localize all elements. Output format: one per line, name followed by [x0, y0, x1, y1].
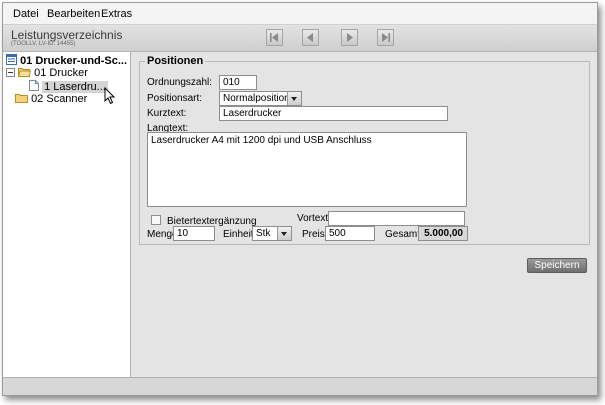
menge-input[interactable]: 10: [173, 226, 215, 241]
kurztext-label: Kurztext:: [147, 108, 187, 119]
app-window: Datei Bearbeiten Extras Leistungsverzeic…: [2, 2, 598, 396]
folder-open-icon: [17, 68, 32, 77]
chevron-down-icon[interactable]: [277, 227, 291, 240]
list-icon: [6, 54, 17, 65]
prev-page-icon: [307, 33, 313, 42]
tree-folder-drucker-label: 01 Drucker: [34, 67, 88, 79]
ordnungszahl-input[interactable]: 010: [219, 75, 257, 90]
folder-icon: [15, 94, 28, 103]
tree-root[interactable]: 01 Drucker-und-Sc...: [6, 54, 127, 67]
menu-datei[interactable]: Datei: [13, 8, 39, 20]
tree-panel: 01 Drucker-und-Sc... 01 Drucker 1 Laserd…: [3, 52, 131, 377]
positionsart-value: Normalposition.: [223, 93, 293, 104]
positionen-fieldset: Positionen Ordnungszahl: 010 Positionsar…: [139, 55, 590, 245]
first-page-button[interactable]: [266, 29, 283, 46]
collapse-icon[interactable]: [6, 68, 15, 77]
page-subtitle: (TOOLLV, LV-ID: 14455): [11, 41, 76, 47]
main-panel: Positionen Ordnungszahl: 010 Positionsar…: [131, 52, 597, 377]
gesamt-value: 5.000,00: [418, 226, 468, 241]
bietertext-checkbox[interactable]: [151, 215, 161, 225]
menu-bearbeiten[interactable]: Bearbeiten: [47, 8, 100, 20]
einheit-select[interactable]: Stk: [252, 226, 292, 241]
next-page-button[interactable]: [341, 29, 358, 46]
einheit-label: Einheit: [223, 229, 254, 240]
menu-extras[interactable]: Extras: [101, 8, 132, 20]
vortext-label: Vortext:: [297, 213, 331, 224]
mouse-cursor-icon: [104, 87, 116, 105]
tree-root-label: 01 Drucker-und-Sc...: [20, 55, 128, 67]
last-page-icon: [382, 33, 390, 42]
save-button[interactable]: Speichern: [527, 258, 587, 273]
tree-folder-scanner[interactable]: 02 Scanner: [15, 93, 87, 105]
prev-page-button[interactable]: [302, 29, 319, 46]
tree-item-laserdrucker[interactable]: 1 Laserdru...: [29, 80, 108, 93]
header-bar: Leistungsverzeichnis (TOOLLV, LV-ID: 144…: [3, 25, 597, 52]
vortext-input[interactable]: [328, 211, 465, 226]
preis-input[interactable]: 500: [325, 226, 375, 241]
document-icon: [29, 80, 39, 91]
kurztext-input[interactable]: Laserdrucker: [219, 106, 448, 121]
einheit-value: Stk: [256, 228, 271, 239]
positionsart-label: Positionsart:: [147, 93, 203, 104]
tree-folder-drucker[interactable]: 01 Drucker: [6, 67, 88, 79]
chevron-down-icon[interactable]: [287, 92, 301, 105]
tree-folder-scanner-label: 02 Scanner: [31, 93, 88, 105]
next-page-icon: [347, 33, 353, 42]
ordnungszahl-label: Ordnungszahl:: [147, 77, 213, 88]
page-title: Leistungsverzeichnis: [11, 28, 123, 42]
last-page-button[interactable]: [377, 29, 394, 46]
menubar: Datei Bearbeiten Extras: [3, 3, 597, 25]
langtext-textarea[interactable]: Laserdrucker A4 mit 1200 dpi und USB Ans…: [147, 132, 467, 207]
positionen-legend: Positionen: [145, 55, 206, 67]
first-page-icon: [270, 33, 278, 42]
preis-label: Preis: [302, 229, 325, 240]
tree-item-laserdrucker-label: 1 Laserdru...: [42, 81, 108, 93]
status-bar: [3, 377, 597, 395]
positionsart-select[interactable]: Normalposition.: [219, 91, 302, 106]
